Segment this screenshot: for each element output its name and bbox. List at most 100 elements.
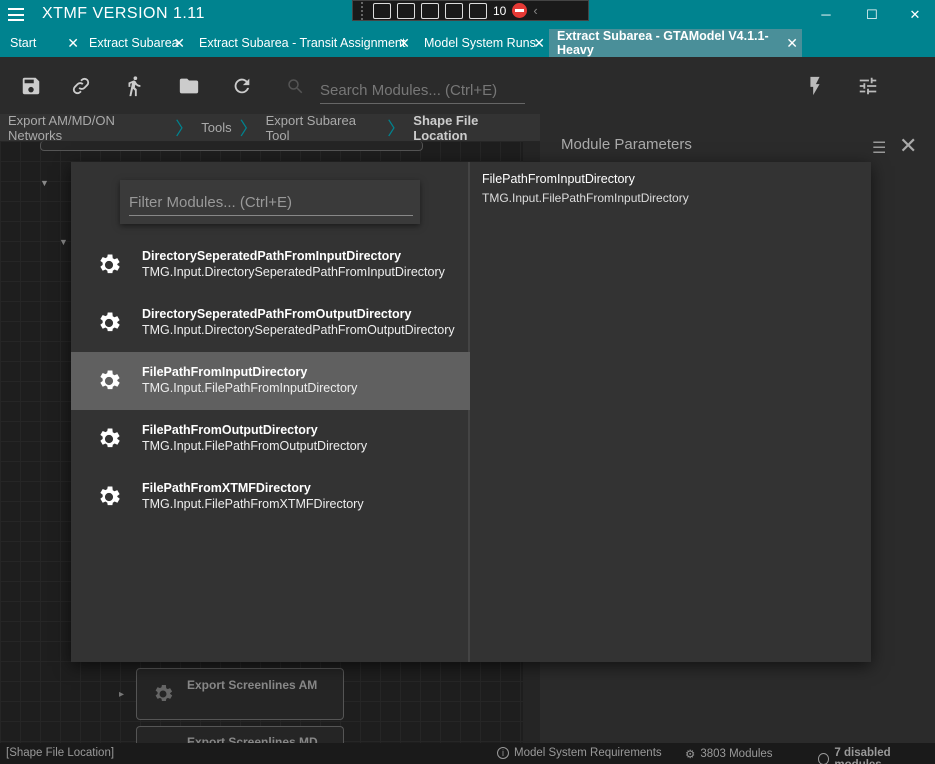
gear-icon (100, 254, 120, 274)
module-list-item[interactable]: FilePathFromXTMFDirectory TMG.Input.File… (71, 468, 470, 526)
breadcrumb-label: Shape File Location (413, 112, 479, 143)
collapse-arrow-icon[interactable]: ▼ (59, 237, 68, 247)
status-location: [Shape File Location] (6, 747, 115, 759)
tab-label: Extract Subarea (89, 36, 179, 50)
hamburger-menu-icon[interactable] (8, 8, 24, 21)
module-name: FilePathFromXTMFDirectory (142, 481, 311, 495)
video-camera-icon[interactable] (397, 2, 415, 19)
lightning-icon[interactable] (804, 75, 826, 97)
tab-extract-subarea[interactable]: Extract Subarea ✕ (83, 29, 189, 57)
modules-count-label: 3803 Modules (700, 748, 773, 760)
window-select-icon[interactable] (469, 2, 487, 19)
close-tab-icon[interactable]: ✕ (398, 35, 410, 52)
link-icon[interactable] (70, 75, 92, 97)
module-path: TMG.Input.FilePathFromXTMFDirectory (142, 497, 364, 511)
minimize-button[interactable]: ─ (803, 0, 849, 29)
collapse-icon[interactable]: ‹ (533, 3, 537, 18)
tab-label: Model System Runs (424, 36, 536, 50)
disabled-modules[interactable]: 7 disabled modules (818, 747, 935, 764)
chevron-right-icon: 〉 (175, 118, 194, 139)
gear-icon (100, 428, 120, 448)
stop-recording-icon[interactable] (512, 3, 528, 18)
graph-node (40, 141, 423, 151)
tab-label: Extract Subarea - Transit Assignment (199, 36, 406, 50)
breadcrumb-label: Export Subarea Tool (265, 112, 356, 143)
module-list-panel: Filter Modules... (Ctrl+E) DirectorySepe… (71, 162, 470, 662)
filter-modules-input[interactable]: Filter Modules... (Ctrl+E) (129, 194, 413, 216)
chevron-right-icon: 〉 (387, 118, 406, 139)
breadcrumb-item[interactable]: Export AM/MD/ON Networks (0, 112, 175, 143)
breadcrumb-label: Export AM/MD/ON Networks (8, 112, 115, 143)
module-path: TMG.Input.FilePathFromOutputDirectory (142, 439, 368, 453)
recording-count: 10 (493, 3, 507, 18)
gear-icon (155, 685, 173, 701)
tab-label: Extract Subarea - GTAModel V4.1.1-Heavy (557, 29, 769, 57)
app-title: XTMF VERSION 1.11 (42, 5, 205, 22)
module-name: FilePathFromInputDirectory (142, 365, 308, 379)
close-window-button[interactable]: ✕ (895, 0, 935, 29)
selected-module-path: TMG.Input.FilePathFromInputDirectory (482, 191, 689, 205)
tab-bar: Start ✕ Extract Subarea ✕ Extract Subare… (0, 29, 935, 57)
recorder-toolbar: 10 ‹ (352, 0, 589, 21)
tab-gtamodel-heavy[interactable]: Extract Subarea - GTAModel V4.1.1-Heavy … (549, 29, 802, 57)
breadcrumb-item[interactable]: Export Subarea Tool (258, 112, 388, 143)
close-tab-icon[interactable]: ✕ (786, 35, 798, 52)
model-system-requirements[interactable]: i Model System Requirements (497, 747, 662, 759)
chevron-right-icon: 〉 (239, 118, 258, 139)
search-modules-input[interactable]: Search Modules... (Ctrl+E) (320, 78, 525, 104)
filter-box: Filter Modules... (Ctrl+E) (120, 180, 420, 224)
close-tab-icon[interactable]: ✕ (533, 35, 545, 52)
disabled-label: 7 disabled modules (834, 747, 891, 764)
expand-arrow-icon[interactable]: ▸ (119, 689, 124, 700)
run-icon[interactable] (123, 75, 145, 97)
block-icon (818, 753, 830, 764)
selected-module-name: FilePathFromInputDirectory (482, 172, 635, 186)
tab-start[interactable]: Start ✕ (0, 29, 83, 57)
close-tab-icon[interactable]: ✕ (173, 35, 185, 52)
collapse-arrow-icon[interactable]: ▼ (40, 178, 49, 188)
module-list-item-selected[interactable]: FilePathFromInputDirectory TMG.Input.Fil… (71, 352, 470, 410)
graph-node[interactable]: Export Screenlines AM (136, 668, 344, 720)
save-icon[interactable] (20, 75, 42, 97)
close-tab-icon[interactable]: ✕ (67, 35, 79, 52)
gear-icon: ⚙ (685, 749, 696, 761)
module-list: DirectorySeperatedPathFromInputDirectory… (71, 236, 470, 526)
region-icon[interactable] (445, 2, 463, 19)
gear-icon (100, 312, 120, 332)
breadcrumb-label: Tools (201, 120, 232, 135)
module-list-item[interactable]: DirectorySeperatedPathFromInputDirectory… (71, 236, 470, 294)
pointer-select-icon[interactable] (421, 2, 439, 19)
module-path: TMG.Input.FilePathFromInputDirectory (142, 381, 358, 395)
module-path: TMG.Input.DirectorySeperatedPathFromInpu… (142, 265, 445, 279)
drag-handle[interactable] (361, 1, 367, 20)
breadcrumb: Export AM/MD/ON Networks 〉 Tools 〉 Expor… (0, 112, 540, 143)
tab-transit-assignment[interactable]: Extract Subarea - Transit Assignment ✕ (189, 29, 414, 57)
module-name: FilePathFromOutputDirectory (142, 423, 318, 437)
maximize-button[interactable]: ☐ (849, 0, 895, 29)
xtmf-window: { "app": { "title": "XTMF VERSION 1.11" … (0, 0, 935, 764)
status-bar: [Shape File Location] i Model System Req… (0, 743, 935, 764)
close-icon[interactable]: ✕ (899, 133, 917, 159)
breadcrumb-item[interactable]: Tools (193, 114, 239, 141)
module-path: TMG.Input.DirectorySeperatedPathFromOutp… (142, 323, 455, 337)
gear-icon (100, 486, 120, 506)
info-icon: i (497, 747, 509, 759)
refresh-icon[interactable] (231, 75, 253, 97)
breadcrumb-item-current[interactable]: Shape File Location (405, 112, 540, 143)
module-list-item[interactable]: DirectorySeperatedPathFromOutputDirector… (71, 294, 470, 352)
module-name: DirectorySeperatedPathFromInputDirectory (142, 249, 402, 263)
tab-label: Start (10, 36, 37, 50)
screenshot-icon[interactable] (373, 2, 391, 19)
module-picker-dialog: Filter Modules... (Ctrl+E) DirectorySepe… (71, 162, 871, 662)
tune-icon[interactable] (857, 75, 879, 97)
module-parameters-title: Module Parameters (561, 136, 692, 153)
requirements-label: Model System Requirements (514, 747, 662, 759)
search-icon (288, 79, 303, 94)
tab-model-system-runs[interactable]: Model System Runs ✕ (414, 29, 549, 57)
module-name: DirectorySeperatedPathFromOutputDirector… (142, 307, 412, 321)
module-list-item[interactable]: FilePathFromOutputDirectory TMG.Input.Fi… (71, 410, 470, 468)
node-label: Export Screenlines AM (187, 678, 318, 692)
gear-icon (100, 370, 120, 390)
folder-icon[interactable] (178, 75, 200, 97)
filter-icon[interactable]: ☰ (872, 138, 886, 158)
